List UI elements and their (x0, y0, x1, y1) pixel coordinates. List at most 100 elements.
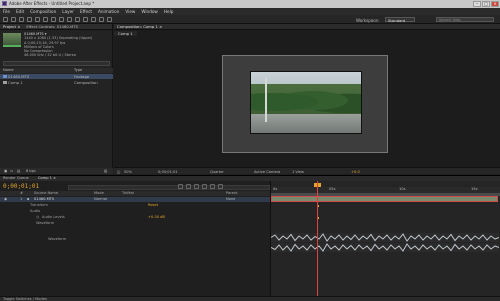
frame-blending-icon[interactable] (202, 184, 207, 189)
menu-file[interactable]: File (3, 9, 10, 14)
tab-project[interactable]: Project × (3, 24, 20, 29)
zoom-tool-icon[interactable] (27, 17, 32, 22)
timeline-timecode[interactable]: 0;00;01;01 (3, 183, 39, 190)
composition-panel: Composition: Comp 1 × Comp 1 ◫ 50% 0;00;… (114, 24, 500, 174)
selection-tool-icon[interactable] (11, 17, 16, 22)
property-audio-levels[interactable]: ◷ Audio Levels +0.00 dB (0, 215, 270, 220)
file-info-line: 48.000 kHz / 32 bit U / Stereo (24, 53, 76, 58)
column-name[interactable]: Name (3, 68, 14, 72)
pan-behind-tool-icon[interactable] (51, 17, 56, 22)
visibility-eye-icon[interactable]: ◉ (4, 197, 7, 201)
current-time-indicator[interactable] (317, 181, 318, 301)
project-panel: Project × Effect Controls: 01460.MTS 014… (0, 24, 113, 174)
graph-editor-icon[interactable] (218, 184, 223, 189)
tab-render-queue[interactable]: Render Queue (3, 176, 29, 180)
menu-window[interactable]: Window (141, 9, 158, 14)
workspace-dropdown[interactable]: Standard (385, 17, 415, 23)
project-item-name: Comp 1 (3, 80, 23, 85)
tab-composition[interactable]: Composition: Comp 1 × (117, 24, 162, 29)
eraser-tool-icon[interactable] (99, 17, 104, 22)
text-tool-icon[interactable] (75, 17, 80, 22)
stopwatch-icon[interactable]: ◷ (36, 215, 39, 219)
tab-comp1[interactable]: Comp 1 × (38, 176, 56, 180)
project-tabs: Project × Effect Controls: 01460.MTS (0, 24, 112, 30)
camera-tool-icon[interactable] (43, 17, 48, 22)
menu-composition[interactable]: Composition (30, 9, 56, 14)
project-item-name-text: 01460.MTS (8, 74, 30, 79)
menu-help[interactable]: Help (164, 9, 174, 14)
delete-icon[interactable]: ▥ (104, 169, 107, 173)
layer-parent-dropdown[interactable]: None (226, 197, 235, 201)
comp-viewport[interactable] (222, 55, 388, 153)
home-tool-icon[interactable] (3, 17, 8, 22)
column-source-name[interactable]: Source Name (34, 191, 58, 195)
new-folder-icon[interactable]: ▭ (10, 169, 13, 173)
column-mode[interactable]: Mode (94, 191, 104, 195)
bpc-toggle[interactable]: 8 bpc (26, 169, 36, 173)
footage-icon: ▪ (27, 197, 30, 201)
timeline-graph-area[interactable]: 0s 05s 10s 15s (270, 181, 500, 301)
property-audio[interactable]: Audio (0, 209, 270, 214)
camera-dropdown[interactable]: Active Camera (254, 170, 280, 174)
menu-layer[interactable]: Layer (62, 9, 74, 14)
toggle-switches-modes[interactable]: Toggle Switches / Modes (3, 297, 47, 301)
ruler-tick: 15s (471, 187, 478, 191)
tools-panel: Workspace: Standard Search Help (0, 15, 500, 24)
hand-tool-icon[interactable] (19, 17, 24, 22)
video-road (251, 114, 361, 133)
layer-duration-bar[interactable] (271, 196, 498, 202)
comp-subtab[interactable]: Comp 1 (114, 31, 137, 36)
help-search-input[interactable]: Search Help (436, 17, 494, 22)
zoom-dropdown[interactable]: 50% (124, 170, 132, 174)
menu-effect[interactable]: Effect (80, 9, 92, 14)
layer-row[interactable]: ◉ 1 ▪ 01460.MTS Normal None (0, 197, 270, 202)
minimize-button[interactable]: – (473, 1, 481, 7)
menu-view[interactable]: View (125, 9, 135, 14)
mask-tool-icon[interactable] (59, 17, 64, 22)
column-parent[interactable]: Parent (226, 191, 238, 195)
property-label: Waveform (36, 221, 55, 225)
project-item-comp[interactable]: Comp 1 Composition (0, 80, 113, 85)
pen-tool-icon[interactable] (67, 17, 72, 22)
tool-group (3, 17, 112, 22)
audio-levels-value[interactable]: +0.00 dB (148, 215, 165, 219)
close-button[interactable]: × (491, 1, 499, 7)
interpret-footage-icon[interactable]: ▣ (4, 169, 7, 173)
resolution-dropdown[interactable]: Quarter (210, 170, 224, 174)
puppet-tool-icon[interactable] (107, 17, 112, 22)
shy-layers-icon[interactable] (194, 184, 199, 189)
video-frame (250, 71, 362, 134)
comp-mini-flowchart-icon[interactable] (178, 184, 183, 189)
new-comp-icon[interactable]: ▤ (17, 169, 20, 173)
clone-tool-icon[interactable] (91, 17, 96, 22)
tab-effect-controls[interactable]: Effect Controls: 01460.MTS (26, 24, 78, 29)
project-item-footage[interactable]: 01460.MTS Footage (0, 74, 113, 79)
layer-name[interactable]: 01460.MTS (34, 197, 54, 201)
draft-3d-icon[interactable] (186, 184, 191, 189)
video-trees (251, 84, 361, 114)
property-waveform[interactable]: Waveform (0, 221, 270, 226)
window-title: Adobe After Effects - Untitled Project.a… (9, 1, 95, 6)
footage-thumbnail (3, 33, 21, 45)
brush-tool-icon[interactable] (83, 17, 88, 22)
transform-reset-link[interactable]: Reset (148, 203, 158, 207)
property-label: Audio Levels (42, 215, 65, 219)
column-trkmat[interactable]: TrkMat (122, 191, 134, 195)
motion-blur-icon[interactable] (210, 184, 215, 189)
property-waveform-display: Waveform (0, 237, 270, 242)
project-footer: ▣ ▭ ▤ 8 bpc ▥ (0, 168, 113, 174)
menu-animation[interactable]: Animation (98, 9, 119, 14)
layer-mode-dropdown[interactable]: Normal (94, 197, 107, 201)
project-search-input[interactable] (3, 61, 110, 66)
menu-edit[interactable]: Edit (16, 9, 24, 14)
maximize-button[interactable]: □ (482, 1, 490, 7)
timeline-search-input[interactable] (68, 185, 270, 190)
property-transform[interactable]: Transform Reset (0, 203, 270, 208)
composition-icon (3, 81, 7, 84)
column-type[interactable]: Type (74, 68, 82, 72)
magnifier-icon[interactable]: ◫ (117, 170, 120, 174)
exposure-value[interactable]: +0.0 (351, 170, 360, 174)
views-dropdown[interactable]: 1 View (292, 170, 304, 174)
current-time-display[interactable]: 0;00;01;01 (158, 170, 178, 174)
rotate-tool-icon[interactable] (35, 17, 40, 22)
